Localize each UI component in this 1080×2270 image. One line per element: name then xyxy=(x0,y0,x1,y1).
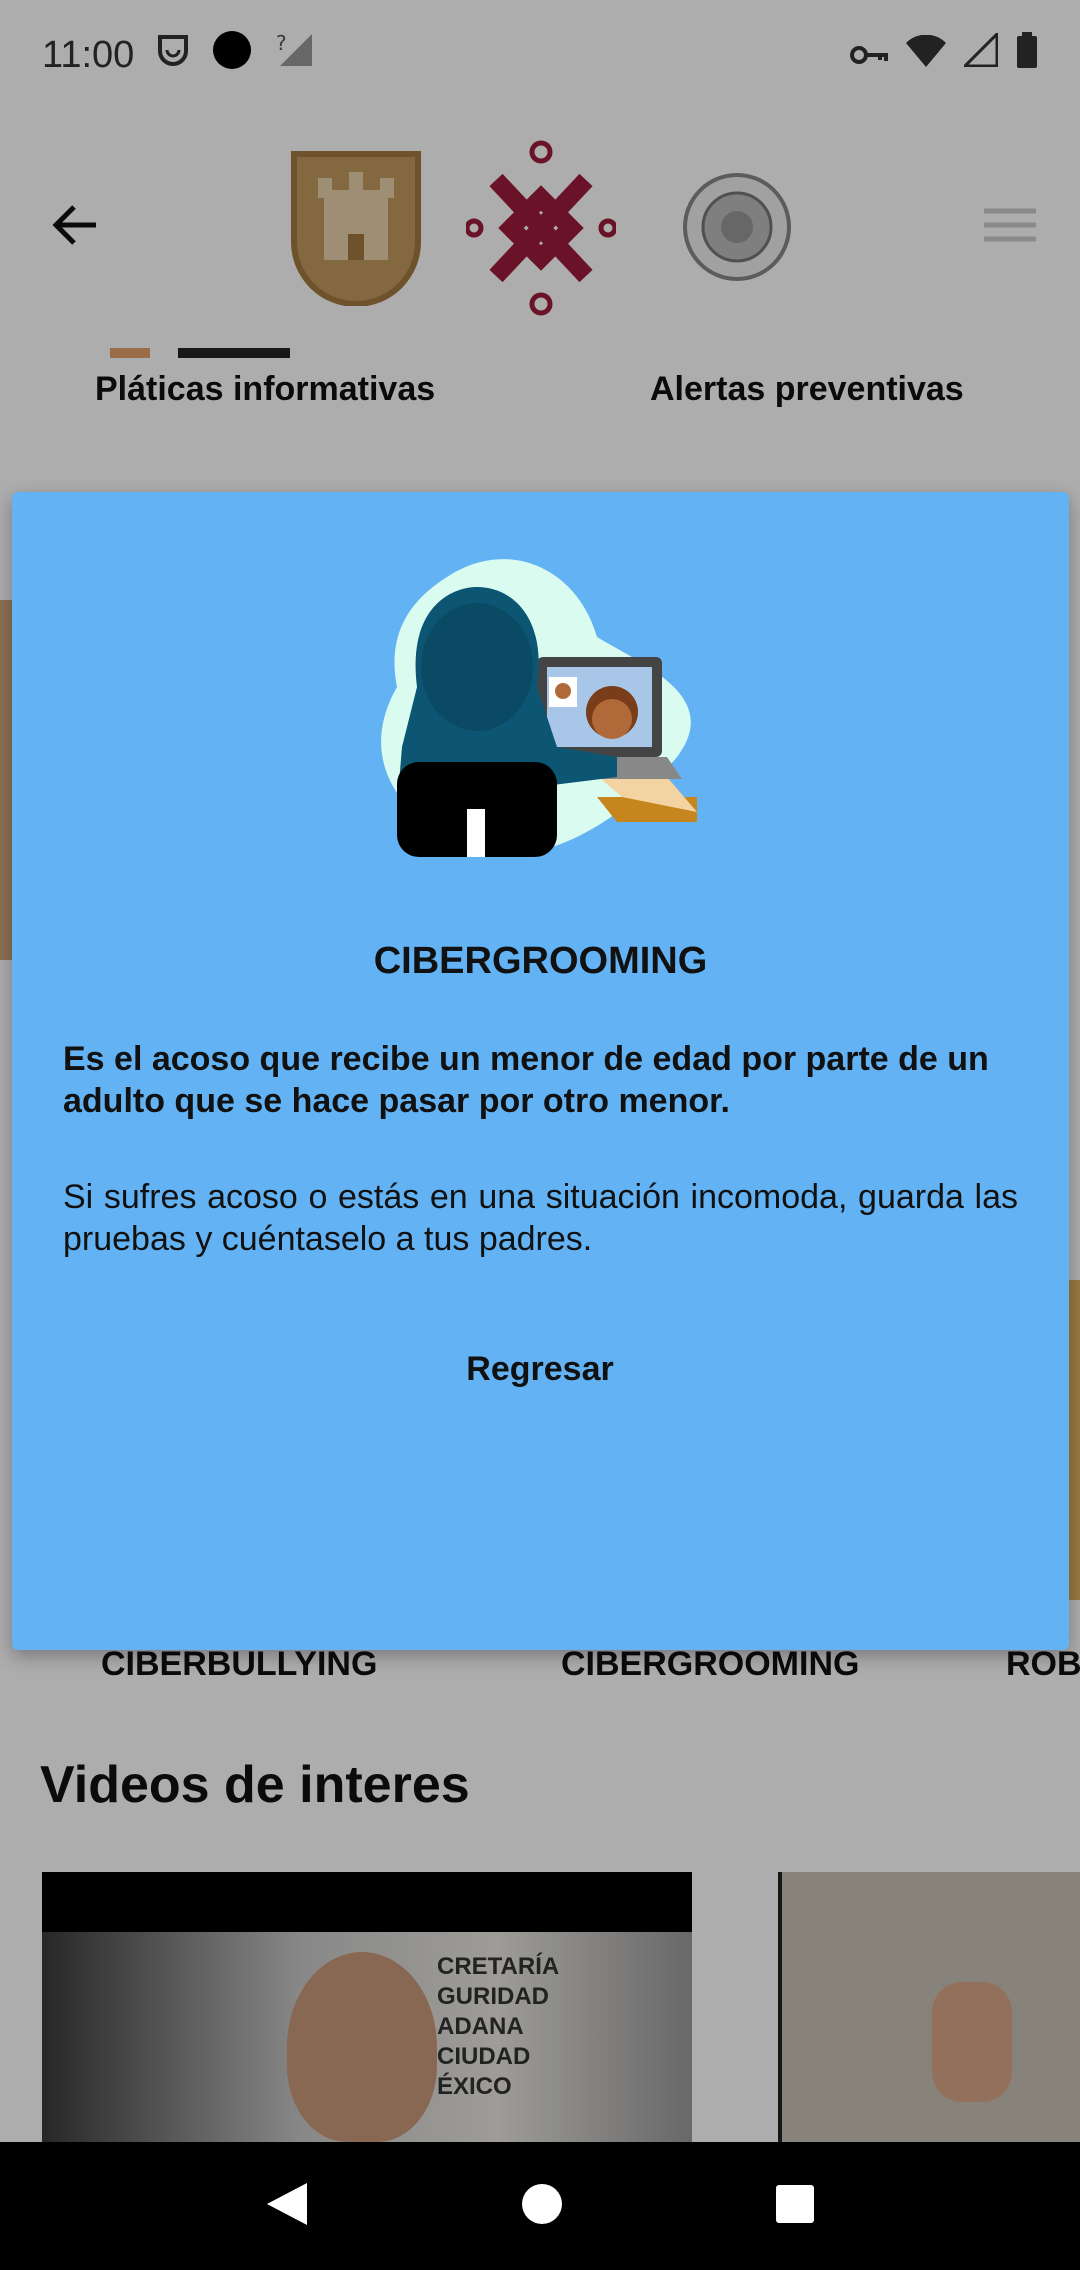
triangle-back-icon xyxy=(267,2182,308,2225)
regresar-button[interactable]: Regresar xyxy=(390,1334,690,1404)
app-screen: 11:00 ? Pláticas informativas Alertas pr… xyxy=(0,0,1080,2270)
dialog-title: CIBERGROOMING xyxy=(373,940,708,982)
nav-back-button[interactable] xyxy=(265,2181,309,2232)
info-dialog: CIBERGROOMING Es el acoso que recibe un … xyxy=(12,492,1069,1650)
circle-home-icon xyxy=(521,2183,562,2224)
dialog-lead-text: Es el acoso que recibe un menor de edad … xyxy=(63,1040,989,1120)
nav-home-button[interactable] xyxy=(520,2182,564,2231)
cibergrooming-illustration xyxy=(377,547,717,877)
nav-recents-button[interactable] xyxy=(775,2184,815,2229)
dialog-body-text: Si sufres acoso o estás en una situación… xyxy=(63,1178,1018,1258)
system-nav-bar xyxy=(0,2142,1080,2270)
square-recents-icon xyxy=(775,2184,814,2223)
